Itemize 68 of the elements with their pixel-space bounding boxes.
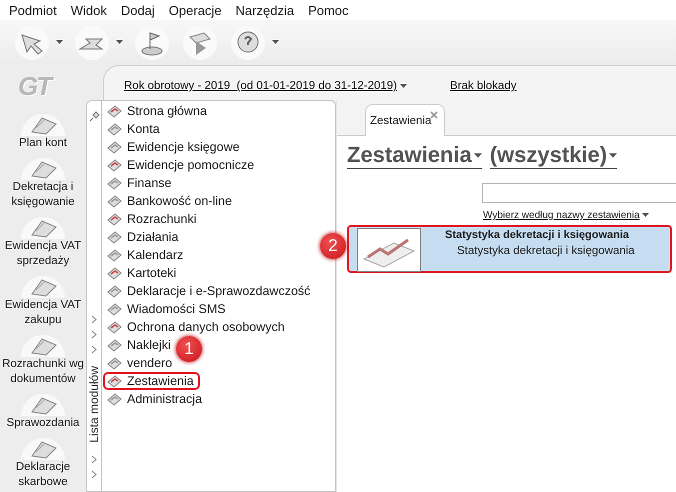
close-icon[interactable] [430, 111, 438, 119]
module-item[interactable]: Kalendarz [103, 246, 190, 264]
report-description: Statystyka dekretacji i księgowania [456, 244, 635, 257]
module-item[interactable]: Finanse [103, 174, 178, 192]
module-icon [107, 302, 122, 316]
module-icon [107, 212, 122, 226]
shortcut-button[interactable]: Plan kont [0, 110, 86, 151]
category-dropdown[interactable]: Zestawienia [347, 142, 482, 169]
module-item[interactable]: Zestawienia [103, 372, 200, 390]
caret-icon [56, 40, 64, 45]
shortcut-button[interactable]: Deklaracje skarbowe [0, 434, 86, 490]
menu-item[interactable]: Dodaj [114, 2, 162, 18]
module-item[interactable]: Konta [103, 120, 166, 138]
module-icon [107, 248, 122, 262]
module-item[interactable]: Ochrona danych osobowych [103, 318, 291, 336]
caret-icon [642, 213, 650, 218]
shortcut-button[interactable]: Ewidencja VAT zakupu [0, 272, 86, 328]
module-icon [107, 104, 122, 118]
module-item[interactable]: Administracja [103, 390, 208, 408]
module-icon [107, 122, 122, 136]
search-field[interactable] [482, 183, 676, 203]
module-icon [107, 392, 122, 406]
module-icon [107, 230, 122, 244]
module-item[interactable]: Naklejki [103, 336, 177, 354]
shortcut-button[interactable]: Dekretacja i księgowanie [0, 154, 86, 210]
menu-item[interactable]: Podmiot [2, 2, 64, 18]
menu-item[interactable]: Narzędzia [228, 2, 302, 18]
lock-status-link[interactable]: Brak blokady [450, 80, 516, 92]
module-icon [107, 374, 122, 388]
module-icon [107, 176, 122, 190]
caret-icon [116, 40, 124, 45]
module-item[interactable]: Bankowość on-line [103, 192, 238, 210]
module-icon [107, 266, 122, 280]
module-icon [107, 320, 122, 334]
module-item[interactable]: Kartoteki [103, 264, 182, 282]
report-title: Statystyka dekretacji i księgowania [445, 229, 630, 241]
module-icon [107, 158, 122, 172]
shortcut-button[interactable]: Ewidencja VAT sprzedaży [0, 213, 86, 269]
menu-item[interactable]: Pomoc [301, 2, 356, 18]
tab[interactable]: Zestawienia [365, 104, 445, 136]
module-item[interactable]: Rozrachunki [103, 210, 202, 228]
filter-dropdown[interactable]: (wszystkie) [490, 142, 618, 169]
module-icon [107, 338, 122, 352]
caret-icon [474, 152, 482, 158]
module-item[interactable]: Deklaracje i e-Sprawozdawczość [103, 282, 316, 300]
module-icon [107, 140, 122, 154]
module-item[interactable]: Wiadomości SMS [103, 300, 232, 318]
fiscal-year-link[interactable]: Rok obrotowy - 2019 (od 01-01-2019 do 31-12-2019) [124, 80, 408, 92]
chart-icon [357, 228, 421, 272]
menu-item[interactable]: Widok [64, 2, 114, 18]
module-item[interactable]: vendero [103, 354, 178, 372]
caret-icon [400, 84, 408, 88]
shortcut-button[interactable]: Rozrachunki wg dokumentów [0, 331, 86, 387]
module-icon [107, 356, 122, 370]
module-icon [107, 194, 122, 208]
module-list-label: Lista modułów [87, 366, 101, 443]
menu-item[interactable]: Operacje [162, 2, 229, 18]
shortcut-button[interactable]: Sprawozdania [0, 390, 86, 431]
module-item[interactable]: Ewidencje pomocnicze [103, 156, 260, 174]
pin-icon[interactable] [88, 111, 100, 122]
caret-icon [609, 152, 618, 158]
module-item[interactable]: Strona główna [103, 102, 213, 120]
caret-icon [272, 40, 280, 45]
report-item[interactable]: Statystyka dekretacji i księgowania Statystyka dekretacji i księgowania [347, 225, 672, 273]
module-item[interactable]: Ewidencje księgowe [103, 138, 246, 156]
module-icon [107, 284, 122, 298]
sort-link[interactable]: Wybierz według nazwy zestawienia [483, 210, 650, 221]
module-item[interactable]: Działania [103, 228, 184, 246]
